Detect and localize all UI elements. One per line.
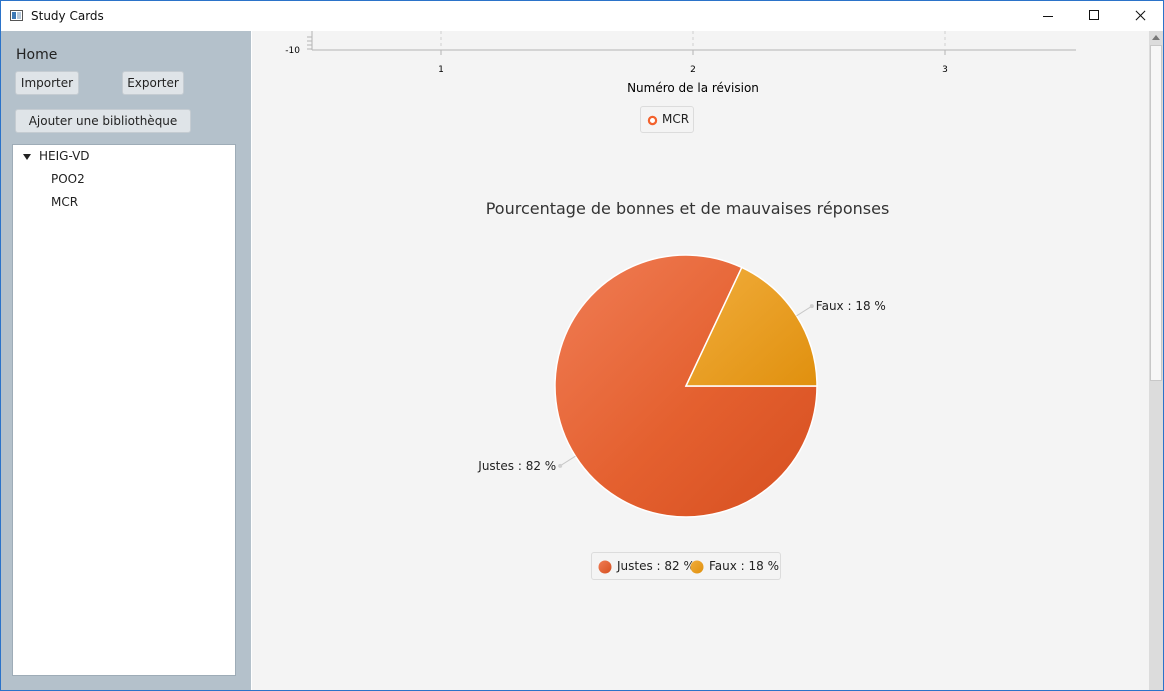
legend-faux-label: Faux : 18 % — [709, 559, 780, 573]
x-tick-label: 2 — [690, 65, 696, 75]
pie-chart: Justes : 82 % Faux : 18 % — [477, 254, 886, 518]
import-button[interactable]: Importer — [15, 71, 79, 95]
pie-leader-dot-faux — [809, 304, 814, 309]
window-title: Study Cards — [31, 9, 104, 23]
pie-chart-legend: Justes : 82 % Faux : 18 % — [591, 552, 781, 580]
home-title: Home — [16, 47, 58, 63]
scroll-up-arrow-icon[interactable] — [1152, 35, 1160, 40]
sidebar: Home Importer Exporter Ajouter une bibli… — [1, 31, 251, 690]
pie-label-faux: Faux : 18 % — [816, 299, 886, 313]
line-chart: -10 1 2 3 Numéro de la révision — [285, 31, 1076, 95]
add-library-button[interactable]: Ajouter une bibliothèque — [15, 109, 191, 133]
minimize-icon[interactable] — [1025, 1, 1071, 31]
library-tree[interactable]: HEIG-VD POO2 MCR — [12, 144, 236, 676]
legend-marker-icon — [647, 115, 658, 126]
app-window: Study Cards Home Importer Exporter Ajout… — [0, 0, 1164, 691]
line-chart-legend: MCR — [640, 106, 694, 133]
close-icon[interactable] — [1117, 1, 1163, 31]
tree-item-poo2[interactable]: POO2 — [51, 172, 85, 186]
title-bar[interactable]: Study Cards — [1, 1, 1163, 31]
y-tick-label: -10 — [285, 46, 300, 56]
export-button[interactable]: Exporter — [122, 71, 184, 95]
x-tick-label: 3 — [942, 65, 948, 75]
pie-leader-dot-justes — [558, 463, 563, 468]
window-app-icon — [10, 10, 23, 21]
legend-justes-icon — [598, 560, 612, 574]
pie-leader-line-justes — [559, 455, 576, 467]
expand-triangle-icon[interactable] — [23, 154, 31, 160]
pie-chart-title: Pourcentage de bonnes et de mauvaises ré… — [485, 199, 890, 218]
tree-item-mcr[interactable]: MCR — [51, 195, 78, 209]
vertical-scrollbar[interactable] — [1149, 31, 1163, 690]
legend-faux-icon — [690, 560, 704, 574]
pie-label-justes: Justes : 82 % — [477, 459, 556, 473]
legend-justes-label: Justes : 82 % — [617, 559, 695, 573]
maximize-icon[interactable] — [1071, 1, 1117, 31]
legend-series-label: MCR — [662, 112, 690, 126]
pie-leader-line-faux — [796, 305, 813, 317]
tree-item-heig-vd[interactable]: HEIG-VD — [39, 149, 90, 163]
x-axis-label: Numéro de la révision — [627, 81, 759, 95]
x-tick-label: 1 — [438, 65, 444, 75]
scroll-thumb[interactable] — [1150, 45, 1162, 381]
main-content[interactable]: -10 1 2 3 Numéro de la révision MCR Pour… — [252, 31, 1149, 690]
